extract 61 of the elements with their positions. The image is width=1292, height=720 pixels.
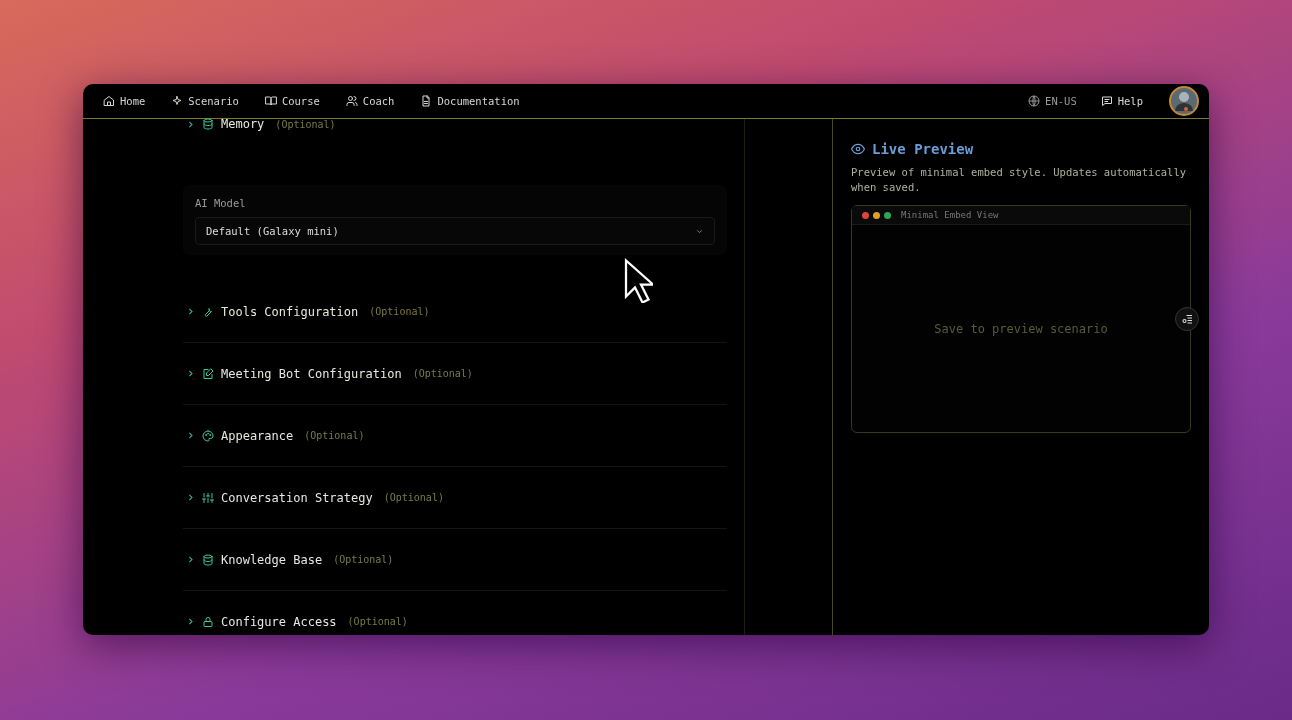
section-title: Conversation Strategy xyxy=(221,490,373,505)
panel-title: Live Preview xyxy=(872,141,974,157)
close-dot-icon xyxy=(862,211,869,219)
model-select[interactable]: Default (Galaxy mini) xyxy=(195,217,715,245)
help-link[interactable]: Help xyxy=(1100,95,1143,107)
section-header[interactable]: Memory (Optional) xyxy=(183,118,727,130)
settings-button[interactable] xyxy=(1175,307,1199,331)
nav-link[interactable]: Course xyxy=(264,95,320,107)
chevron-icon xyxy=(186,555,195,564)
sliders-icon xyxy=(202,491,214,504)
section-header[interactable]: Configure Access (Optional) xyxy=(183,591,727,635)
section-title: Knowledge Base xyxy=(221,552,323,567)
section-title: Configure Access xyxy=(221,614,337,629)
section-header[interactable]: Knowledge Base (Optional) xyxy=(183,529,727,591)
section-header[interactable]: Conversation Strategy (Optional) xyxy=(183,467,727,529)
minimize-dot-icon xyxy=(873,211,880,219)
chevron-icon xyxy=(186,493,195,502)
home-icon xyxy=(103,95,115,107)
preview-window-title: Minimal Embed View xyxy=(901,210,999,220)
section-header[interactable]: Meeting Bot Configuration (Optional) xyxy=(183,343,727,405)
book-icon xyxy=(264,95,277,107)
optional-label: (Optional) xyxy=(275,118,336,130)
database-icon xyxy=(202,553,214,566)
document-icon xyxy=(420,95,433,107)
nav-link[interactable]: Documentation xyxy=(420,95,520,107)
section-header[interactable]: Appearance (Optional) xyxy=(183,405,727,467)
chevron-icon xyxy=(186,119,195,129)
palette-icon xyxy=(202,429,214,442)
empty-message: Save to preview scenario xyxy=(934,321,1108,336)
optional-label: (Optional) xyxy=(347,616,408,627)
chevron-icon xyxy=(186,431,195,440)
eye-icon xyxy=(851,142,865,156)
panel-description: Preview of minimal embed style. Updates automatically when saved. xyxy=(851,165,1188,195)
sparkle-icon xyxy=(171,95,184,107)
section-title: Appearance xyxy=(221,428,294,443)
nav-link[interactable]: Home xyxy=(103,95,146,107)
edit-icon xyxy=(202,367,214,380)
message-icon xyxy=(1100,95,1113,107)
nav-link[interactable]: Coach xyxy=(345,95,395,107)
section-title: Meeting Bot Configuration xyxy=(221,366,402,381)
optional-label: (Optional) xyxy=(412,368,473,379)
nav-link[interactable]: Scenario xyxy=(171,95,239,107)
globe-icon xyxy=(1028,95,1041,107)
optional-label: (Optional) xyxy=(383,492,444,503)
users-icon xyxy=(345,95,358,107)
optional-label: (Optional) xyxy=(369,306,430,317)
chevron-icon xyxy=(186,617,195,626)
language-link[interactable]: EN-US xyxy=(1028,95,1077,107)
optional-label: (Optional) xyxy=(333,554,394,565)
settings-icon xyxy=(1181,313,1193,325)
lock-icon xyxy=(202,615,214,628)
avatar-icon[interactable] xyxy=(1169,86,1199,116)
chevron-icon xyxy=(186,369,195,378)
section-title: Tools Configuration xyxy=(221,304,359,319)
pointer-icon xyxy=(623,257,653,303)
chevron-icon xyxy=(186,307,195,316)
maximize-dot-icon xyxy=(884,211,891,219)
field-label: AI Model xyxy=(195,197,247,209)
section-title: Memory xyxy=(221,117,265,131)
optional-label: (Optional) xyxy=(304,430,365,441)
database-icon xyxy=(202,118,214,130)
